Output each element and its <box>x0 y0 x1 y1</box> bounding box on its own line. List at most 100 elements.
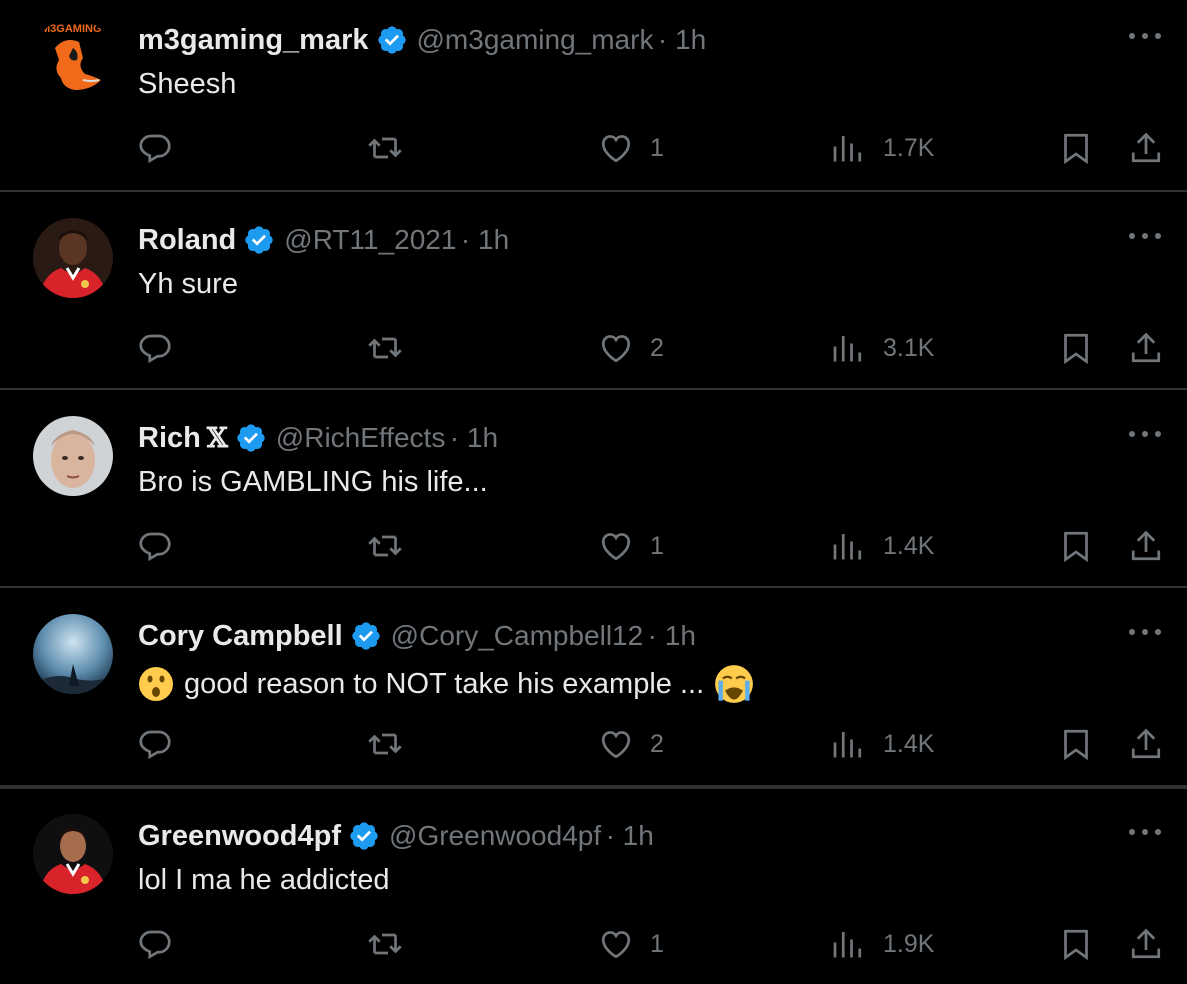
timestamp[interactable]: · 1h <box>606 820 654 852</box>
like-button[interactable]: 1 <box>598 128 664 168</box>
timestamp[interactable]: · 1h <box>450 422 498 454</box>
tweet-header: Roland @RT11_2021 · 1h <box>138 222 509 258</box>
views-button[interactable]: 1.4K <box>829 526 934 566</box>
bookmark-icon <box>1064 333 1088 365</box>
retweet-icon <box>368 137 402 159</box>
reply-button[interactable] <box>137 724 173 764</box>
tweet[interactable]: Roland @RT11_2021 · 1h Yh sure 2 3.1K <box>0 190 1187 388</box>
display-name[interactable]: Roland <box>138 224 236 257</box>
more-dots-icon[interactable] <box>1129 626 1161 638</box>
views-chart-icon <box>833 336 862 362</box>
bookmark-icon <box>1064 531 1088 563</box>
bookmark-button[interactable] <box>1058 724 1094 764</box>
reply-icon <box>139 730 171 760</box>
bookmark-button[interactable] <box>1058 128 1094 168</box>
like-button[interactable]: 2 <box>598 724 664 764</box>
share-button[interactable] <box>1128 526 1164 566</box>
tweet[interactable]: Cory Campbell @Cory_Campbell12 · 1h 😮 go… <box>0 586 1187 784</box>
retweet-button[interactable] <box>367 924 403 964</box>
handle[interactable]: @m3gaming_mark <box>417 24 654 56</box>
share-button[interactable] <box>1128 924 1164 964</box>
retweet-button[interactable] <box>367 526 403 566</box>
reply-icon <box>139 930 171 960</box>
views-button[interactable]: 1.9K <box>829 924 934 964</box>
more-dots-icon[interactable] <box>1129 30 1161 42</box>
retweet-icon <box>368 933 402 955</box>
view-count: 3.1K <box>883 333 935 362</box>
bookmark-button[interactable] <box>1058 924 1094 964</box>
verified-badge-icon <box>350 822 378 850</box>
bookmark-button[interactable] <box>1058 328 1094 368</box>
verified-badge-icon <box>377 26 406 54</box>
like-button[interactable]: 2 <box>598 328 664 368</box>
like-button[interactable]: 1 <box>598 526 664 566</box>
reply-button[interactable] <box>137 328 173 368</box>
display-name[interactable]: Cory Campbell <box>138 620 343 653</box>
action-bar: 2 3.1K <box>0 328 1187 368</box>
tweet[interactable]: M3GAMING m3gaming_mark @m3gaming_mark · … <box>0 0 1187 188</box>
heart-icon <box>601 931 631 959</box>
handle[interactable]: @RT11_2021 <box>284 224 456 256</box>
tweet-text: 😮 good reason to NOT take his example ..… <box>138 664 754 704</box>
avatar[interactable] <box>33 614 113 694</box>
tweet[interactable]: Greenwood4pf @Greenwood4pf · 1h lol I ma… <box>0 786 1187 984</box>
reply-button[interactable] <box>137 924 173 964</box>
heart-icon <box>601 135 631 163</box>
tweet-header: m3gaming_mark @m3gaming_mark · 1h <box>138 22 706 58</box>
tweet-header: Rich 𝕏 @RichEffects · 1h <box>138 420 498 456</box>
display-name[interactable]: m3gaming_mark <box>138 24 369 57</box>
handle[interactable]: @RichEffects <box>276 422 446 454</box>
display-name[interactable]: Greenwood4pf <box>138 820 341 853</box>
views-chart-icon <box>833 136 862 162</box>
heart-icon <box>601 731 631 759</box>
reply-icon <box>139 134 171 164</box>
action-bar: 1 1.7K <box>0 128 1187 168</box>
tweet-text: Bro is GAMBLING his life... <box>138 466 488 498</box>
like-button[interactable]: 1 <box>598 924 664 964</box>
action-bar: 1 1.9K <box>0 924 1187 964</box>
timestamp[interactable]: · 1h <box>461 224 509 256</box>
share-button[interactable] <box>1128 328 1164 368</box>
share-button[interactable] <box>1128 128 1164 168</box>
views-chart-icon <box>833 932 862 958</box>
handle[interactable]: @Cory_Campbell12 <box>391 620 644 652</box>
retweet-button[interactable] <box>367 328 403 368</box>
more-dots-icon[interactable] <box>1129 428 1161 440</box>
views-button[interactable]: 1.4K <box>829 724 934 764</box>
timestamp[interactable]: · 1h <box>648 620 696 652</box>
bookmark-button[interactable] <box>1058 526 1094 566</box>
tweet-text: Yh sure <box>138 268 238 300</box>
action-bar: 1 1.4K <box>0 526 1187 566</box>
avatar[interactable] <box>33 218 113 298</box>
retweet-button[interactable] <box>367 724 403 764</box>
share-icon <box>1131 132 1161 163</box>
tweet-header: Greenwood4pf @Greenwood4pf · 1h <box>138 818 654 854</box>
share-button[interactable] <box>1128 724 1164 764</box>
avatar[interactable] <box>33 416 113 496</box>
like-count: 1 <box>650 929 664 958</box>
avatar[interactable] <box>33 814 113 894</box>
share-icon <box>1131 928 1161 959</box>
x-logo-suffix: 𝕏 <box>206 422 228 454</box>
avatar-logo-text: M3GAMING <box>41 23 102 35</box>
timestamp[interactable]: · 1h <box>658 24 706 56</box>
heart-icon <box>601 533 631 561</box>
avatar[interactable]: M3GAMING <box>33 18 113 98</box>
views-button[interactable]: 3.1K <box>829 328 934 368</box>
views-chart-icon <box>833 732 862 758</box>
surprised-face-emoji <box>138 666 174 702</box>
retweet-button[interactable] <box>367 128 403 168</box>
bookmark-icon <box>1064 929 1088 961</box>
display-name[interactable]: Rich <box>138 422 201 455</box>
reply-icon <box>139 532 171 562</box>
like-count: 2 <box>650 333 664 362</box>
share-icon <box>1131 530 1161 561</box>
view-count: 1.9K <box>883 929 935 958</box>
tweet[interactable]: Rich 𝕏 @RichEffects · 1h Bro is GAMBLING… <box>0 388 1187 586</box>
views-button[interactable]: 1.7K <box>829 128 934 168</box>
more-dots-icon[interactable] <box>1129 230 1161 242</box>
handle[interactable]: @Greenwood4pf <box>389 820 601 852</box>
reply-button[interactable] <box>137 526 173 566</box>
more-dots-icon[interactable] <box>1129 826 1161 838</box>
reply-button[interactable] <box>137 128 173 168</box>
